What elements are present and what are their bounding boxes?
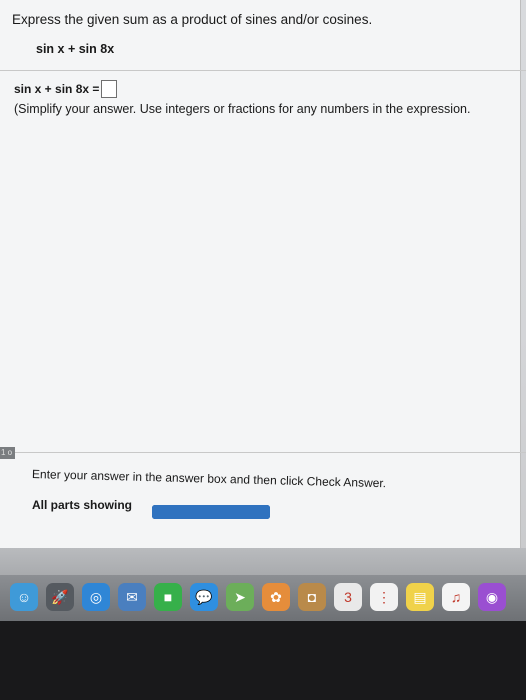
messages-icon[interactable]: 💬 [190, 583, 218, 611]
maps-icon[interactable]: ➤ [226, 583, 254, 611]
screen: Express the given sum as a product of si… [0, 0, 526, 578]
finder-icon[interactable]: ☺ [10, 583, 38, 611]
facetime-icon[interactable]: ■ [154, 583, 182, 611]
desktop-strip [0, 548, 526, 578]
question-title: Express the given sum as a product of si… [12, 12, 373, 27]
progress-fill [152, 505, 270, 519]
question-panel: Express the given sum as a product of si… [0, 0, 526, 548]
music-icon[interactable]: ♫ [442, 583, 470, 611]
answer-instruction: (Simplify your answer. Use integers or f… [14, 102, 471, 116]
divider [0, 70, 526, 71]
parts-progress-bar [152, 505, 270, 519]
podcasts-icon[interactable]: ◉ [478, 583, 506, 611]
safari-icon[interactable]: ◎ [82, 583, 110, 611]
footer-instruction: Enter your answer in the answer box and … [31, 467, 387, 491]
launchpad-icon[interactable]: 🚀 [46, 583, 74, 611]
notes-icon[interactable]: ▤ [406, 583, 434, 611]
mail-icon[interactable]: ✉ [118, 583, 146, 611]
photos-icon[interactable]: ✿ [262, 583, 290, 611]
side-tab[interactable]: 1 o [0, 447, 15, 459]
parts-status-label: All parts showing [32, 498, 133, 512]
given-expression: sin x + sin 8x [36, 42, 115, 56]
answer-lhs: sin x + sin 8x = [14, 82, 100, 96]
reminders-icon[interactable]: ⋮ [370, 583, 398, 611]
answer-input-box[interactable] [101, 80, 118, 98]
answer-row: sin x + sin 8x = [14, 80, 118, 98]
divider [0, 452, 526, 453]
calendar-icon[interactable]: 3 [334, 583, 362, 611]
contacts-icon[interactable]: ◘ [298, 583, 326, 611]
screen-bezel [0, 621, 526, 700]
